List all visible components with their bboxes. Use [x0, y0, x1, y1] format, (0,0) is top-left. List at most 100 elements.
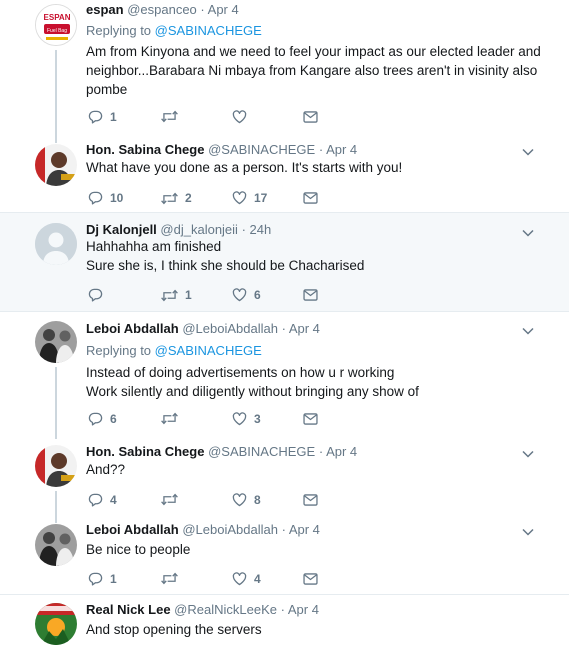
envelope-icon	[303, 413, 318, 425]
reply-button[interactable]: 4	[88, 492, 117, 507]
tweet-header: Real Nick Lee @RealNickLeeKe · Apr 4	[86, 602, 319, 617]
avatar-dj-kalonjell[interactable]	[35, 223, 77, 265]
author-name[interactable]: Dj Kalonjell	[86, 222, 157, 237]
retweet-button[interactable]	[161, 110, 185, 123]
tweet-date[interactable]: Apr 4	[326, 444, 357, 459]
tweet-header: Hon. Sabina Chege @SABINACHEGE · Apr 4	[86, 142, 357, 157]
replying-to: Replying to @SABINACHEGE	[86, 23, 262, 38]
thread-line	[55, 515, 57, 523]
reply-count: 1	[110, 571, 117, 586]
tweet-espan[interactable]: ESPAN Fuel Bag espan @espanceo · Apr 4 R…	[0, 0, 569, 135]
retweet-icon	[161, 493, 178, 506]
separator-dot: ·	[281, 522, 286, 537]
tweet-text-line: And??	[86, 462, 126, 477]
separator-dot: ·	[280, 602, 285, 617]
profile-photo-icon	[35, 321, 77, 363]
tweet-date[interactable]: Apr 4	[288, 602, 319, 617]
tweet-date[interactable]: Apr 4	[208, 2, 239, 17]
author-name[interactable]: Hon. Sabina Chege	[86, 444, 204, 459]
author-handle[interactable]: @espanceo	[127, 2, 197, 17]
mention-link[interactable]: @SABINACHEGE	[155, 343, 262, 358]
chevron-down-icon[interactable]	[522, 527, 534, 537]
like-count: 8	[254, 493, 261, 507]
tweet-header: Dj Kalonjell @dj_kalonjeii · 24h	[86, 222, 271, 237]
tweet-leboi-abdallah-2[interactable]: Leboi Abdallah @LeboiAbdallah · Apr 4 Be…	[0, 515, 569, 595]
profile-photo-icon	[35, 445, 77, 487]
tweet-text-line: neighbor...Barabara Ni mbaya from Kangar…	[86, 63, 538, 78]
author-handle[interactable]: @SABINACHEGE	[208, 142, 315, 157]
author-handle[interactable]: @SABINACHEGE	[208, 444, 315, 459]
tweet-real-nick-lee[interactable]: Real Nick Lee @RealNickLeeKe · Apr 4 And…	[0, 595, 569, 653]
author-handle[interactable]: @RealNickLeeKe	[174, 602, 277, 617]
author-handle[interactable]: @LeboiAbdallah	[182, 321, 278, 336]
avatar-real-nick-lee[interactable]	[35, 603, 77, 645]
like-button[interactable]: 17	[232, 191, 267, 205]
thread-line	[55, 491, 57, 515]
like-button[interactable]	[232, 110, 254, 124]
reply-count: 1	[110, 109, 117, 124]
retweet-button[interactable]	[161, 412, 185, 425]
retweet-button[interactable]: 2	[161, 191, 192, 205]
tweet-leboi-abdallah[interactable]: Leboi Abdallah @LeboiAbdallah · Apr 4 Re…	[0, 312, 569, 439]
message-button[interactable]	[303, 289, 318, 301]
avatar-leboi-abdallah[interactable]	[35, 321, 77, 363]
author-name[interactable]: Leboi Abdallah	[86, 321, 179, 336]
tweet-dj-kalonjell[interactable]: Dj Kalonjell @dj_kalonjeii · 24h Hahhahh…	[0, 213, 569, 312]
like-count: 4	[254, 572, 261, 586]
retweet-icon	[161, 412, 178, 425]
avatar-sabina-chege[interactable]	[35, 445, 77, 487]
retweet-button[interactable]	[161, 572, 185, 585]
reply-icon	[88, 110, 103, 124]
replying-to: Replying to @SABINACHEGE	[86, 343, 262, 358]
like-button[interactable]: 3	[232, 412, 261, 426]
reply-button[interactable]	[88, 287, 110, 302]
tweet-date[interactable]: 24h	[250, 222, 272, 237]
author-name[interactable]: espan	[86, 2, 124, 17]
tweet-header: Leboi Abdallah @LeboiAbdallah · Apr 4	[86, 522, 320, 537]
tweet-text-line: What have you done as a person. It's sta…	[86, 160, 403, 175]
chevron-down-icon[interactable]	[522, 228, 534, 238]
chevron-down-icon[interactable]	[522, 326, 534, 336]
thread-line	[55, 135, 57, 143]
message-button[interactable]	[303, 413, 318, 425]
retweet-count: 1	[185, 288, 192, 302]
tweet-text: Hahhahha am finished Sure she is, I thin…	[86, 237, 364, 275]
heart-icon	[232, 191, 247, 205]
author-handle[interactable]: @dj_kalonjeii	[160, 222, 238, 237]
reply-count: 6	[110, 411, 117, 426]
chevron-down-icon[interactable]	[522, 147, 534, 157]
reply-button[interactable]: 10	[88, 190, 123, 205]
tweet-text: And stop opening the servers	[86, 620, 262, 639]
retweet-button[interactable]	[161, 493, 185, 506]
message-button[interactable]	[303, 494, 318, 506]
retweet-icon	[161, 289, 178, 301]
author-name[interactable]: Real Nick Lee	[86, 602, 171, 617]
tweet-date[interactable]: Apr 4	[289, 522, 320, 537]
retweet-button[interactable]: 1	[161, 288, 192, 302]
avatar-espan[interactable]: ESPAN Fuel Bag	[35, 4, 77, 46]
like-button[interactable]: 6	[232, 288, 261, 302]
separator-dot: ·	[281, 321, 286, 336]
like-button[interactable]: 4	[232, 572, 261, 586]
author-handle[interactable]: @LeboiAbdallah	[182, 522, 278, 537]
mention-link[interactable]: @SABINACHEGE	[155, 23, 262, 38]
tweet-sabina-chege-2[interactable]: Hon. Sabina Chege @SABINACHEGE · Apr 4 A…	[0, 439, 569, 515]
tweet-sabina-chege[interactable]: Hon. Sabina Chege @SABINACHEGE · Apr 4 W…	[0, 135, 569, 213]
tweet-text: Be nice to people	[86, 540, 190, 559]
avatar-leboi-abdallah[interactable]	[35, 524, 77, 566]
like-button[interactable]: 8	[232, 493, 261, 507]
chevron-down-icon[interactable]	[522, 449, 534, 459]
reply-button[interactable]: 6	[88, 411, 117, 426]
tweet-date[interactable]: Apr 4	[326, 142, 357, 157]
author-name[interactable]: Hon. Sabina Chege	[86, 142, 204, 157]
message-button[interactable]	[303, 111, 318, 123]
message-button[interactable]	[303, 192, 318, 204]
avatar-sabina-chege[interactable]	[35, 144, 77, 186]
reply-button[interactable]: 1	[88, 571, 117, 586]
tweet-date[interactable]: Apr 4	[289, 321, 320, 336]
message-button[interactable]	[303, 573, 318, 585]
retweet-icon	[161, 572, 178, 585]
author-name[interactable]: Leboi Abdallah	[86, 522, 179, 537]
thread-line	[55, 50, 57, 135]
reply-button[interactable]: 1	[88, 109, 117, 124]
